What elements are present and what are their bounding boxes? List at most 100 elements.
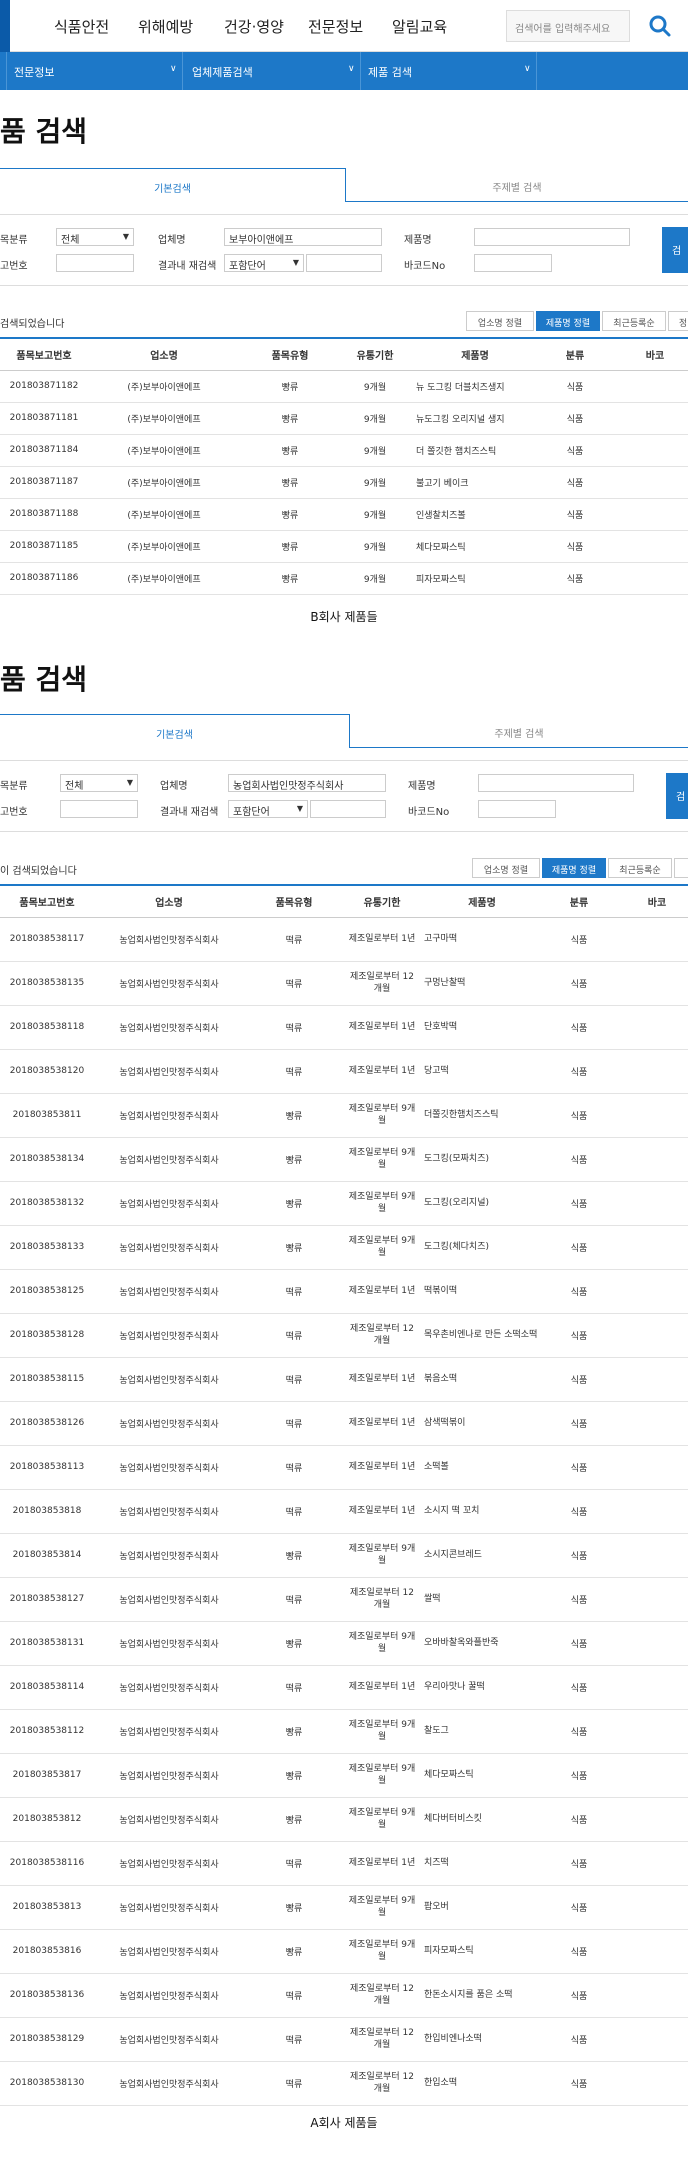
table-header-row: 품목보고번호 업소명 품목유형 유통기한 제품명 분류 바코 xyxy=(0,884,688,918)
chevron-down-icon[interactable]: ∨ xyxy=(348,64,355,74)
dropdown-arrow-icon: ▼ xyxy=(126,778,133,787)
divider xyxy=(6,52,7,90)
product-name-cell: 한입소떡 xyxy=(420,2061,544,2106)
barcode-input[interactable] xyxy=(478,800,556,818)
table-row[interactable]: 2018038538128 농업회사법인맛정주식회사 떡류 제조일로부터 12개월 목우… xyxy=(0,1313,688,1358)
table-row[interactable]: 201803871187 (주)보부아이앤에프 빵류 9개월 불고기 베이크 식품 xyxy=(0,466,688,499)
company-cell: 농업회사법인맛정주식회사 xyxy=(94,1489,244,1534)
expiry-cell: 9개월 xyxy=(340,466,410,499)
table-row[interactable]: 2018038538134 농업회사법인맛정주식회사 빵류 제조일로부터 9개월 도그킹… xyxy=(0,1137,688,1182)
menu-hazard-prevention[interactable]: 위해예방 xyxy=(138,16,193,37)
site-search-input[interactable]: 검색어를 입력해주세요 xyxy=(506,10,630,42)
table-row[interactable]: 201803871186 (주)보부아이앤에프 빵류 9개월 피자모짜스틱 식품 xyxy=(0,562,688,595)
type-cell: 떡류 xyxy=(244,1049,344,1094)
category-cell: 식품 xyxy=(544,1181,614,1226)
tab-basic-search[interactable]: 기본검색 xyxy=(0,714,350,748)
report-number-input[interactable] xyxy=(60,800,138,818)
product-input[interactable] xyxy=(478,774,634,792)
table-row[interactable]: 2018038538129 농업회사법인맛정주식회사 떡류 제조일로부터 12개월 한입… xyxy=(0,2017,688,2062)
menu-expert-info[interactable]: 전문정보 xyxy=(308,16,363,37)
table-row[interactable]: 201803853814 농업회사법인맛정주식회사 빵류 제조일로부터 9개월 소시지콘… xyxy=(0,1533,688,1578)
category-select[interactable]: 전체 ▼ xyxy=(56,228,134,246)
menu-notice-education[interactable]: 알림교육 xyxy=(392,16,447,37)
table-row[interactable]: 201803853812 농업회사법인맛정주식회사 빵류 제조일로부터 9개월 체다버터… xyxy=(0,1797,688,1842)
breadcrumb-product-search[interactable]: 제품 검색 xyxy=(368,52,412,90)
report-number-input[interactable] xyxy=(56,254,134,272)
product-name-cell: 찰도그 xyxy=(420,1709,544,1754)
table-row[interactable]: 2018038538120 농업회사법인맛정주식회사 떡류 제조일로부터 1년 당고떡 식… xyxy=(0,1049,688,1094)
search-submit-button[interactable]: 검 xyxy=(666,773,688,819)
table-row[interactable]: 2018038538113 농업회사법인맛정주식회사 떡류 제조일로부터 1년 소떡볼 식… xyxy=(0,1445,688,1490)
company-cell: 농업회사법인맛정주식회사 xyxy=(94,1797,244,1842)
table-row[interactable]: 201803871181 (주)보부아이앤에프 빵류 9개월 뉴도그킹 오리지널 생지 식… xyxy=(0,402,688,435)
search-submit-button[interactable]: 검 xyxy=(662,227,688,273)
company-cell: 농업회사법인맛정주식회사 xyxy=(94,1577,244,1622)
category-cell: 식품 xyxy=(544,1137,614,1182)
table-row[interactable]: 2018038538127 농업회사법인맛정주식회사 떡류 제조일로부터 12개월 쌀떡… xyxy=(0,1577,688,1622)
company-input[interactable]: 보부아이앤에프 xyxy=(224,228,382,246)
expiry-cell: 제조일로부터 1년 xyxy=(344,1357,420,1402)
refine-select[interactable]: 포함단어 ▼ xyxy=(224,254,304,272)
tab-topic-search[interactable]: 주제별 검색 xyxy=(350,714,688,748)
table-row[interactable]: 2018038538125 농업회사법인맛정주식회사 떡류 제조일로부터 1년 떡볶이떡… xyxy=(0,1269,688,1314)
table-row[interactable]: 2018038538130 농업회사법인맛정주식회사 떡류 제조일로부터 12개월 한입… xyxy=(0,2061,688,2106)
search-button[interactable] xyxy=(646,12,674,40)
report-number-cell: 201803853811 xyxy=(0,1093,94,1138)
tab-topic-search[interactable]: 주제별 검색 xyxy=(346,168,688,202)
sort-extra-button[interactable]: 정 xyxy=(668,311,688,331)
report-number-label: 고번호 xyxy=(0,807,28,818)
sort-by-recent-button[interactable]: 최근등록순 xyxy=(602,311,666,331)
table-row[interactable]: 201803853818 농업회사법인맛정주식회사 떡류 제조일로부터 1년 소시지 떡… xyxy=(0,1489,688,1534)
tab-basic-search[interactable]: 기본검색 xyxy=(0,168,346,202)
report-number-cell: 201803853811​7 xyxy=(0,917,94,962)
expiry-cell: 제조일로부터 9개월 xyxy=(344,1137,420,1182)
table-row[interactable]: 201803853811 농업회사법인맛정주식회사 빵류 제조일로부터 9개월 더쫄깃한… xyxy=(0,1093,688,1138)
table-row[interactable]: 201803871184 (주)보부아이앤에프 빵류 9개월 더 쫄깃한 햄치즈스틱 식품 xyxy=(0,434,688,467)
table-row[interactable]: 2018038538118 농업회사법인맛정주식회사 떡류 제조일로부터 1년 단호박떡… xyxy=(0,1005,688,1050)
sort-by-product-button[interactable]: 제품명 정렬 xyxy=(542,858,606,878)
table-row[interactable]: 201803871185 (주)보부아이앤에프 빵류 9개월 체다모짜스틱 식품 xyxy=(0,530,688,563)
table-row[interactable]: 201803853816 농업회사법인맛정주식회사 빵류 제조일로부터 9개월 피자모짜… xyxy=(0,1929,688,1974)
table-row[interactable]: 2018038538115 농업회사법인맛정주식회사 떡류 제조일로부터 1년 볶음소떡… xyxy=(0,1357,688,1402)
table-row[interactable]: 2018038538132 농업회사법인맛정주식회사 빵류 제조일로부터 9개월 도그킹… xyxy=(0,1181,688,1226)
refine-input[interactable] xyxy=(306,254,382,272)
sort-by-recent-button[interactable]: 최근등록순 xyxy=(608,858,672,878)
table-row[interactable]: 201803853811​7 농업회사법인맛정주식회사 떡류 제조일로부터 1년 고구마… xyxy=(0,917,688,962)
table-row[interactable]: 2018038538112 농업회사법인맛정주식회사 빵류 제조일로부터 9개월 찰도그… xyxy=(0,1709,688,1754)
company-cell: (주)보부아이앤에프 xyxy=(88,498,240,531)
refine-select-value: 포함단어 xyxy=(229,261,266,272)
menu-health-nutrition[interactable]: 건강·영양 xyxy=(224,16,284,37)
table-row[interactable]: 2018038538136 농업회사법인맛정주식회사 떡류 제조일로부터 12개월 한돈… xyxy=(0,1973,688,2018)
breadcrumb-company-product-search[interactable]: 업체제품검색 xyxy=(192,52,253,90)
sort-by-company-button[interactable]: 업소명 정렬 xyxy=(472,858,540,878)
table-row[interactable]: 2018038538116 농업회사법인맛정주식회사 떡류 제조일로부터 1년 치즈떡 식… xyxy=(0,1841,688,1886)
table-row[interactable]: 201803853813 농업회사법인맛정주식회사 빵류 제조일로부터 9개월 팝오버 식… xyxy=(0,1885,688,1930)
refine-input[interactable] xyxy=(310,800,386,818)
table-row[interactable]: 201803871182 (주)보부아이앤에프 빵류 9개월 뉴 도그킹 더블치즈생지 식… xyxy=(0,370,688,403)
report-number-cell: 2018038538128 xyxy=(0,1313,94,1358)
category-select[interactable]: 전체 ▼ xyxy=(60,774,138,792)
table-row[interactable]: 2018038538135 농업회사법인맛정주식회사 떡류 제조일로부터 12개월 구멍… xyxy=(0,961,688,1006)
page-title: 품 검색 xyxy=(0,663,88,696)
table-row[interactable]: 2018038538114 농업회사법인맛정주식회사 떡류 제조일로부터 1년 우리아맛… xyxy=(0,1665,688,1710)
table-row[interactable]: 201803871188 (주)보부아이앤에프 빵류 9개월 인생찰치즈볼 식품 xyxy=(0,498,688,531)
type-cell: 빵류 xyxy=(244,1621,344,1666)
table-row[interactable]: 201803853817 농업회사법인맛정주식회사 빵류 제조일로부터 9개월 체다모짜… xyxy=(0,1753,688,1798)
sort-by-product-button[interactable]: 제품명 정렬 xyxy=(536,311,600,331)
type-cell: 떡류 xyxy=(244,917,344,962)
barcode-input[interactable] xyxy=(474,254,552,272)
table-row[interactable]: 2018038538126 농업회사법인맛정주식회사 떡류 제조일로부터 1년 삼색떡볶… xyxy=(0,1401,688,1446)
chevron-down-icon[interactable]: ∨ xyxy=(524,64,531,74)
company-cell: 농업회사법인맛정주식회사 xyxy=(94,1049,244,1094)
menu-food-safety[interactable]: 식품안전 xyxy=(54,16,109,37)
breadcrumb-expert-info[interactable]: 전문정보 xyxy=(14,52,54,90)
refine-select[interactable]: 포함단어 ▼ xyxy=(228,800,308,818)
chevron-down-icon[interactable]: ∨ xyxy=(170,64,177,74)
table-row[interactable]: 2018038538131 농업회사법인맛정주식회사 빵류 제조일로부터 9개월 오바바… xyxy=(0,1621,688,1666)
sort-extra-button[interactable] xyxy=(674,858,688,878)
table-row[interactable]: 2018038538133 농업회사법인맛정주식회사 빵류 제조일로부터 9개월 도그킹… xyxy=(0,1225,688,1270)
report-number-cell: 2018038538126 xyxy=(0,1401,94,1446)
sort-by-company-button[interactable]: 업소명 정렬 xyxy=(466,311,534,331)
product-input[interactable] xyxy=(474,228,630,246)
company-input[interactable]: 농업회사법인맛정주식회사 xyxy=(228,774,386,792)
